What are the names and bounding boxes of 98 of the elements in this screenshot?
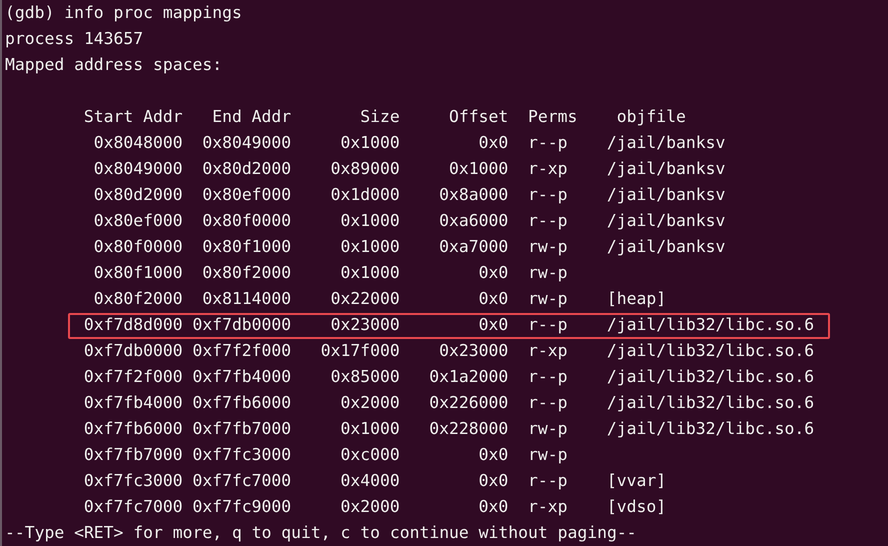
table-cell: 0xf7fc3000 bbox=[84, 471, 183, 490]
table-cell: 0x8049000 bbox=[94, 159, 183, 178]
table-cell: 0x80d2000 bbox=[202, 159, 292, 178]
table-cell: 0x1000 bbox=[340, 237, 400, 256]
table-cell: /jail/lib32/libc.so.6 bbox=[606, 393, 814, 412]
table-cell: r-xp bbox=[528, 341, 568, 360]
table-cell: 0xf7db0000 bbox=[192, 315, 292, 334]
table-cell: 0x1000 bbox=[340, 419, 400, 438]
table-cell: [heap] bbox=[606, 289, 666, 308]
table-cell: 0x23000 bbox=[330, 315, 400, 334]
table-cell: 0x1000 bbox=[340, 133, 400, 152]
table-cell: r--p bbox=[528, 133, 568, 152]
table-cell: 0x17f000 bbox=[320, 341, 400, 360]
table-cell: 0x0 bbox=[478, 445, 508, 464]
table-cell: 0xf7fb6000 bbox=[84, 419, 183, 438]
table-cell: rw-p bbox=[528, 445, 568, 464]
table-cell: 0xa6000 bbox=[439, 211, 508, 230]
table-cell: 0xf7db0000 bbox=[84, 341, 183, 360]
table-cell: 0x80f1000 bbox=[202, 237, 292, 256]
table-cell: /jail/banksv bbox=[606, 159, 726, 178]
table-cell: 0x80ef000 bbox=[202, 185, 292, 204]
pager-prompt: --Type <RET> for more, q to quit, c to continue without paging-- bbox=[5, 523, 637, 542]
table-cell: 0xf7fc7000 bbox=[84, 497, 183, 516]
table-cell: 0xf7fb6000 bbox=[192, 393, 292, 412]
table-cell: r--p bbox=[528, 367, 568, 386]
column-header: objfile bbox=[616, 107, 686, 126]
terminal-line: (gdb) info proc mappings bbox=[5, 3, 242, 22]
table-cell: rw-p bbox=[528, 289, 568, 308]
column-header: Size bbox=[360, 107, 400, 126]
table-cell: 0x1000 bbox=[340, 263, 400, 282]
table-cell: 0xf7fb4000 bbox=[84, 393, 183, 412]
table-cell: 0x80d2000 bbox=[94, 185, 183, 204]
table-cell: 0x2000 bbox=[340, 393, 400, 412]
table-cell: 0x80f1000 bbox=[94, 263, 183, 282]
table-cell: /jail/lib32/libc.so.6 bbox=[606, 315, 814, 334]
column-header: Offset bbox=[449, 107, 508, 126]
table-cell: 0x226000 bbox=[429, 393, 508, 412]
table-cell: 0xf7fb7000 bbox=[84, 445, 183, 464]
table-cell: 0x0 bbox=[478, 263, 508, 282]
table-cell: 0x89000 bbox=[330, 159, 400, 178]
table-cell: 0xf7f2f000 bbox=[84, 367, 183, 386]
table-cell: 0xf7fc9000 bbox=[192, 497, 292, 516]
table-cell: 0x80f2000 bbox=[94, 289, 183, 308]
table-cell: r--p bbox=[528, 185, 568, 204]
table-cell: 0x8114000 bbox=[202, 289, 292, 308]
table-cell: 0x0 bbox=[478, 471, 508, 490]
table-cell: 0x80f2000 bbox=[202, 263, 292, 282]
table-cell: r--p bbox=[528, 315, 568, 334]
table-cell: /jail/banksv bbox=[606, 237, 726, 256]
table-cell: r-xp bbox=[528, 497, 568, 516]
table-cell: 0xc000 bbox=[340, 445, 400, 464]
table-cell: 0x1000 bbox=[340, 211, 400, 230]
table-cell: 0xf7fc7000 bbox=[192, 471, 292, 490]
table-cell: 0x228000 bbox=[429, 419, 508, 438]
table-cell: /jail/banksv bbox=[606, 185, 726, 204]
table-cell: /jail/banksv bbox=[606, 211, 726, 230]
table-cell: 0x23000 bbox=[439, 341, 508, 360]
table-cell: 0x80f0000 bbox=[94, 237, 183, 256]
terminal-line: process 143657 bbox=[5, 29, 144, 48]
table-cell: 0x1a2000 bbox=[429, 367, 508, 386]
table-cell: r--p bbox=[528, 211, 568, 230]
table-cell: 0x22000 bbox=[330, 289, 400, 308]
table-cell: 0x85000 bbox=[330, 367, 400, 386]
table-cell: [vdso] bbox=[606, 497, 666, 516]
table-cell: 0x8a000 bbox=[439, 185, 508, 204]
table-cell: r-xp bbox=[528, 159, 568, 178]
column-header: End Addr bbox=[212, 107, 292, 126]
table-cell: rw-p bbox=[528, 419, 568, 438]
table-cell: 0x2000 bbox=[340, 497, 400, 516]
table-cell: 0x8048000 bbox=[94, 133, 183, 152]
table-cell: 0x1d000 bbox=[330, 185, 400, 204]
column-header: Start Addr bbox=[84, 107, 183, 126]
table-cell: 0xf7d8d000 bbox=[84, 315, 183, 334]
table-cell: /jail/banksv bbox=[606, 133, 726, 152]
table-cell: 0x80ef000 bbox=[94, 211, 183, 230]
table-cell: /jail/lib32/libc.so.6 bbox=[606, 367, 814, 386]
column-header: Perms bbox=[528, 107, 578, 126]
table-cell: r--p bbox=[528, 471, 568, 490]
table-cell: rw-p bbox=[528, 237, 568, 256]
terminal-line: Mapped address spaces: bbox=[5, 55, 222, 74]
table-cell: 0x1000 bbox=[449, 159, 508, 178]
table-cell: /jail/lib32/libc.so.6 bbox=[606, 419, 814, 438]
table-cell: 0x0 bbox=[478, 497, 508, 516]
table-cell: 0x0 bbox=[478, 289, 508, 308]
table-cell: [vvar] bbox=[606, 471, 666, 490]
table-cell: 0xf7fb4000 bbox=[192, 367, 292, 386]
table-cell: rw-p bbox=[528, 263, 568, 282]
table-cell: 0x8049000 bbox=[202, 133, 292, 152]
table-cell: 0x0 bbox=[478, 133, 508, 152]
table-cell: 0xa7000 bbox=[439, 237, 508, 256]
table-cell: 0xf7fc3000 bbox=[192, 445, 292, 464]
table-cell: 0x4000 bbox=[340, 471, 400, 490]
table-cell: 0x80f0000 bbox=[202, 211, 292, 230]
table-cell: 0xf7f2f000 bbox=[192, 341, 292, 360]
table-cell: /jail/lib32/libc.so.6 bbox=[606, 341, 814, 360]
table-cell: 0xf7fb7000 bbox=[192, 419, 292, 438]
table-cell: r--p bbox=[528, 393, 568, 412]
table-cell: 0x0 bbox=[478, 315, 508, 334]
